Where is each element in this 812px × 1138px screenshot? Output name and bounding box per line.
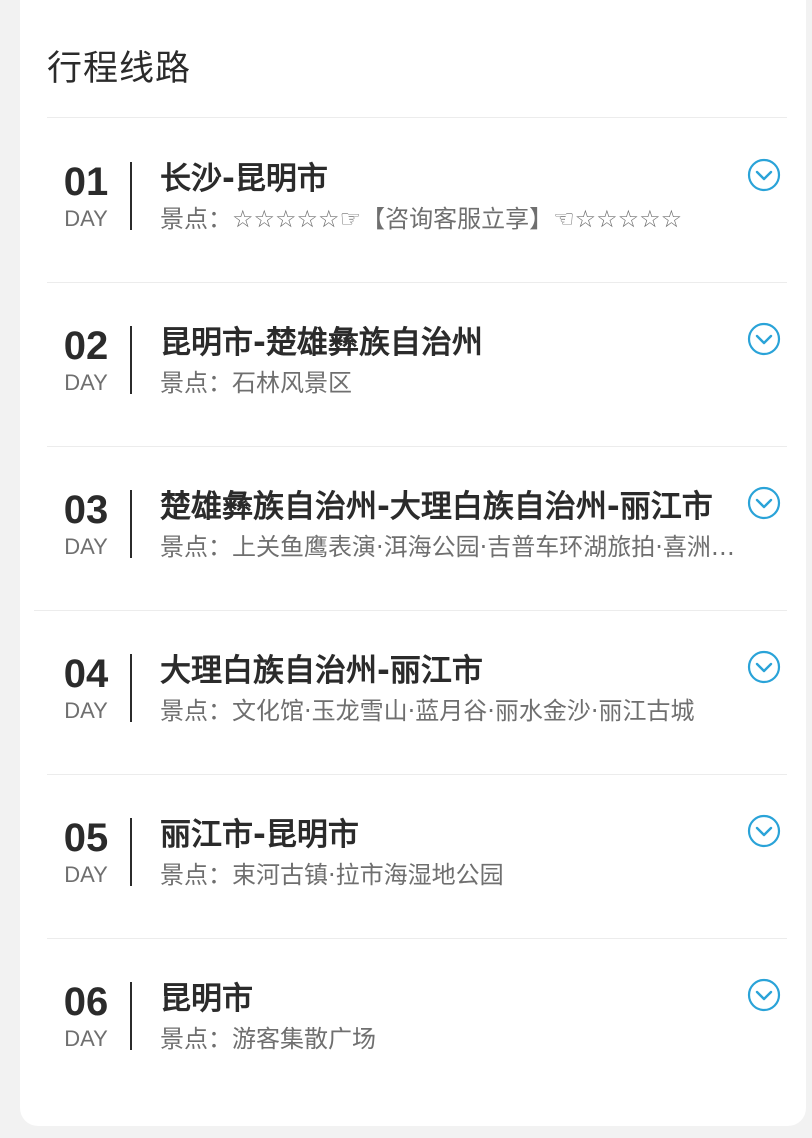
divider (47, 117, 787, 118)
day-row-02[interactable]: 02 DAY 昆明市-楚雄彝族自治州 景点：石林风景区 (20, 322, 806, 486)
day-number: 01 (63, 160, 109, 204)
chevron-down-circle-icon[interactable] (747, 814, 781, 848)
route-spots: 景点：上关鱼鹰表演·洱海公园·吉普车环湖旅拍·喜洲古镇 (160, 533, 740, 561)
day-label: DAY (64, 206, 108, 231)
route-spots: 景点：☆☆☆☆☆☞【咨询客服立享】☜☆☆☆☆☆ (160, 205, 683, 233)
day-number: 04 (63, 652, 109, 696)
day-label: DAY (64, 862, 108, 887)
itinerary-card: 行程线路 01 DAY 长沙-昆明市 景点：☆☆☆☆☆☞【咨询客服立享】☜☆☆☆… (20, 0, 806, 1126)
route-title: 长沙-昆明市 (160, 161, 328, 197)
day-number: 03 (63, 488, 109, 532)
day-row-05[interactable]: 05 DAY 丽江市-昆明市 景点：束河古镇·拉市海湿地公园 (20, 814, 806, 978)
day-row-03[interactable]: 03 DAY 楚雄彝族自治州-大理白族自治州-丽江市 景点：上关鱼鹰表演·洱海公… (20, 486, 806, 650)
day-separator (130, 982, 132, 1050)
day-number: 06 (63, 980, 109, 1024)
route-spots: 景点：文化馆·玉龙雪山·蓝月谷·丽水金沙·丽江古城 (160, 697, 695, 725)
day-label: DAY (64, 534, 108, 559)
divider (47, 282, 787, 283)
chevron-down-circle-icon[interactable] (747, 978, 781, 1012)
route-spots: 景点：石林风景区 (160, 369, 352, 397)
route-spots: 景点：束河古镇·拉市海湿地公园 (160, 861, 504, 889)
chevron-down-circle-icon[interactable] (747, 158, 781, 192)
day-separator (130, 654, 132, 722)
divider (47, 938, 787, 939)
divider (34, 610, 787, 611)
day-label: DAY (64, 370, 108, 395)
day-number: 05 (63, 816, 109, 860)
day-label: DAY (64, 1026, 108, 1051)
section-title: 行程线路 (47, 49, 192, 89)
chevron-down-circle-icon[interactable] (747, 486, 781, 520)
day-separator (130, 490, 132, 558)
divider (47, 446, 787, 447)
chevron-down-circle-icon[interactable] (747, 650, 781, 684)
route-title: 昆明市 (160, 981, 253, 1017)
day-separator (130, 326, 132, 394)
day-row-01[interactable]: 01 DAY 长沙-昆明市 景点：☆☆☆☆☆☞【咨询客服立享】☜☆☆☆☆☆ (20, 158, 806, 322)
day-number: 02 (63, 324, 109, 368)
chevron-down-circle-icon[interactable] (747, 322, 781, 356)
day-separator (130, 818, 132, 886)
route-title: 楚雄彝族自治州-大理白族自治州-丽江市 (160, 489, 713, 525)
route-spots: 景点：游客集散广场 (160, 1025, 376, 1053)
day-label: DAY (64, 698, 108, 723)
day-row-06[interactable]: 06 DAY 昆明市 景点：游客集散广场 (20, 978, 806, 1126)
route-title: 丽江市-昆明市 (160, 817, 359, 853)
divider (47, 774, 787, 775)
route-title: 昆明市-楚雄彝族自治州 (160, 325, 483, 361)
route-title: 大理白族自治州-丽江市 (160, 653, 483, 689)
day-row-04[interactable]: 04 DAY 大理白族自治州-丽江市 景点：文化馆·玉龙雪山·蓝月谷·丽水金沙·… (20, 650, 806, 814)
day-separator (130, 162, 132, 230)
